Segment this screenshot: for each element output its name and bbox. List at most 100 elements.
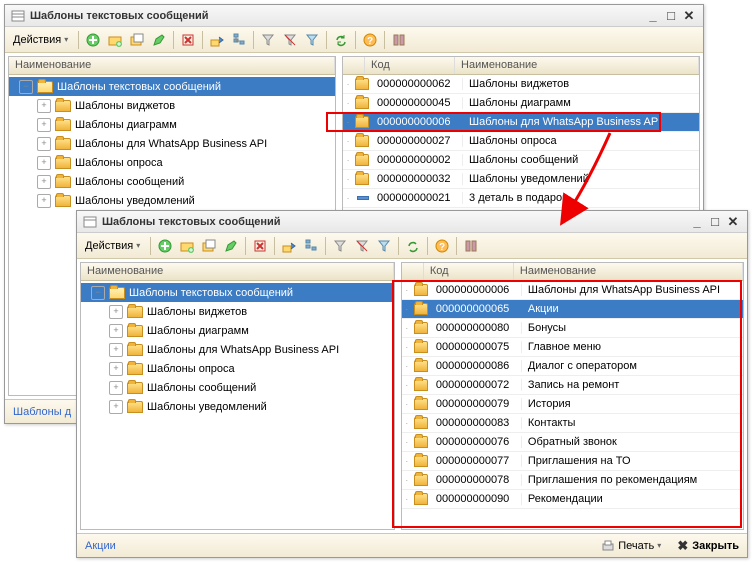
grid[interactable]: ·000000000006Шаблоны для WhatsApp Busine… (402, 281, 743, 529)
expand-icon[interactable]: + (37, 99, 51, 113)
copy-button[interactable] (127, 30, 147, 50)
grid-row[interactable]: ·000000000077Приглашения на ТО (402, 452, 743, 471)
grid-row[interactable]: ·000000000076Обратный звонок (402, 433, 743, 452)
actions-menu[interactable]: Действия (81, 236, 146, 256)
tree-item[interactable]: +Шаблоны сообщений (9, 172, 335, 191)
folder-icon (37, 81, 53, 93)
tree-item[interactable]: +Шаблоны уведомлений (81, 397, 394, 416)
grid-row[interactable]: ·000000000072Запись на ремонт (402, 376, 743, 395)
tree-item[interactable]: + Шаблоны виджетов (81, 302, 394, 321)
tree[interactable]: −Шаблоны текстовых сообщений + Шаблоны вид… (81, 281, 394, 529)
print-menu[interactable]: Печать (597, 536, 667, 556)
tree-item[interactable]: +Шаблоны сообщений (81, 378, 394, 397)
tree-item-label: Шаблоны опроса (147, 363, 235, 375)
settings-button[interactable] (389, 30, 409, 50)
col-name[interactable]: Наименование (514, 263, 743, 280)
edit-button[interactable] (149, 30, 169, 50)
expand-icon[interactable]: + (37, 118, 51, 132)
filter-off-button[interactable] (352, 236, 372, 256)
grid-row[interactable]: ·000000000079История (402, 395, 743, 414)
grid-row[interactable]: ·000000000032Шаблоны уведомлений (343, 170, 699, 189)
folder-icon (55, 100, 71, 112)
grid-row[interactable]: ·000000000083Контакты (402, 414, 743, 433)
add-folder-button[interactable] (177, 236, 197, 256)
grid-row[interactable]: ·000000000075Главное меню (402, 338, 743, 357)
grid-row[interactable]: ·0000000000213 деталь в подарок (343, 189, 699, 208)
maximize-button[interactable]: □ (663, 9, 679, 23)
hierarchy-button[interactable] (229, 30, 249, 50)
expand-icon[interactable]: + (109, 381, 123, 395)
tree-item[interactable]: −Шаблоны текстовых сообщений (81, 283, 394, 302)
expand-icon[interactable]: + (37, 194, 51, 208)
tree-item-label: Шаблоны виджетов (147, 306, 247, 318)
grid-row[interactable]: ·000000000090Рекомендации (402, 490, 743, 509)
refresh-button[interactable] (403, 236, 423, 256)
titlebar[interactable]: Шаблоны текстовых сообщений _ □ ✕ (5, 5, 703, 27)
expand-icon[interactable]: + (109, 362, 123, 376)
tree-item[interactable]: −Шаблоны текстовых сообщений (9, 77, 335, 96)
hierarchy-button[interactable] (301, 236, 321, 256)
expand-icon[interactable]: + (109, 343, 123, 357)
close-button[interactable]: ✕ (681, 9, 697, 23)
grid-row[interactable]: ·000000000027Шаблоны опроса (343, 132, 699, 151)
move-button[interactable] (279, 236, 299, 256)
settings-button[interactable] (461, 236, 481, 256)
delete-button[interactable] (178, 30, 198, 50)
col-code[interactable]: Код (365, 57, 455, 74)
add-folder-button[interactable] (105, 30, 125, 50)
tree-item[interactable]: +Шаблоны опроса (9, 153, 335, 172)
tree-item[interactable]: +Шаблоны виджетов (9, 96, 335, 115)
grid-row[interactable]: ·000000000006Шаблоны для WhatsApp Busine… (343, 113, 699, 132)
add-button[interactable] (155, 236, 175, 256)
grid-row[interactable]: ·000000000080Бонусы (402, 319, 743, 338)
cell-name: 3 деталь в подарок (463, 192, 699, 204)
cell-code: 000000000077 (432, 455, 522, 467)
edit-button[interactable] (221, 236, 241, 256)
cell-name: Главное меню (522, 341, 743, 353)
titlebar[interactable]: Шаблоны текстовых сообщений _ □ ✕ (77, 211, 747, 233)
tree-item[interactable]: +Шаблоны диаграмм (81, 321, 394, 340)
grid-row[interactable]: ·000000000062Шаблоны виджетов (343, 75, 699, 94)
grid-row[interactable]: ·000000000065Акции (402, 300, 743, 319)
delete-button[interactable] (250, 236, 270, 256)
grid-row[interactable]: ·000000000045Шаблоны диаграмм (343, 94, 699, 113)
tree-item[interactable]: + Шаблоны опроса (81, 359, 394, 378)
grid-row[interactable]: ·000000000002Шаблоны сообщений (343, 151, 699, 170)
sort-button[interactable] (302, 30, 322, 50)
expand-icon[interactable]: + (109, 324, 123, 338)
sort-button[interactable] (374, 236, 394, 256)
tree-item[interactable]: +Шаблоны диаграмм (9, 115, 335, 134)
grid-row[interactable]: ·000000000086Диалог с оператором (402, 357, 743, 376)
close-action[interactable]: ✖ Закрыть (677, 538, 739, 554)
col-name[interactable]: Наименование (455, 57, 699, 74)
tree-item[interactable]: +Шаблоны для WhatsApp Business API (9, 134, 335, 153)
col-code[interactable]: Код (424, 263, 514, 280)
expand-icon[interactable]: + (109, 305, 123, 319)
help-button[interactable]: ? (360, 30, 380, 50)
copy-button[interactable] (199, 236, 219, 256)
cell-name: Рекомендации (522, 493, 743, 505)
maximize-button[interactable]: □ (707, 215, 723, 229)
app-icon (83, 215, 97, 229)
close-button[interactable]: ✕ (725, 215, 741, 229)
minimize-button[interactable]: _ (689, 215, 705, 229)
refresh-button[interactable] (331, 30, 351, 50)
filter-button[interactable] (330, 236, 350, 256)
filter-button[interactable] (258, 30, 278, 50)
actions-menu[interactable]: Действия (9, 30, 74, 50)
collapse-icon[interactable]: − (91, 286, 105, 300)
help-button[interactable]: ? (432, 236, 452, 256)
expand-icon[interactable]: + (109, 400, 123, 414)
expand-icon[interactable]: + (37, 175, 51, 189)
grid-row[interactable]: ·000000000006Шаблоны для WhatsApp Busine… (402, 281, 743, 300)
move-button[interactable] (207, 30, 227, 50)
tree-item[interactable]: +Шаблоны для WhatsApp Business API (81, 340, 394, 359)
filter-off-button[interactable] (280, 30, 300, 50)
add-button[interactable] (83, 30, 103, 50)
expand-icon[interactable]: + (37, 137, 51, 151)
grid-row[interactable]: ·000000000078Приглашения по рекомендация… (402, 471, 743, 490)
minimize-button[interactable]: _ (645, 9, 661, 23)
tree-item[interactable]: +Шаблоны уведомлений (9, 191, 335, 210)
expand-icon[interactable]: + (37, 156, 51, 170)
collapse-icon[interactable]: − (19, 80, 33, 94)
